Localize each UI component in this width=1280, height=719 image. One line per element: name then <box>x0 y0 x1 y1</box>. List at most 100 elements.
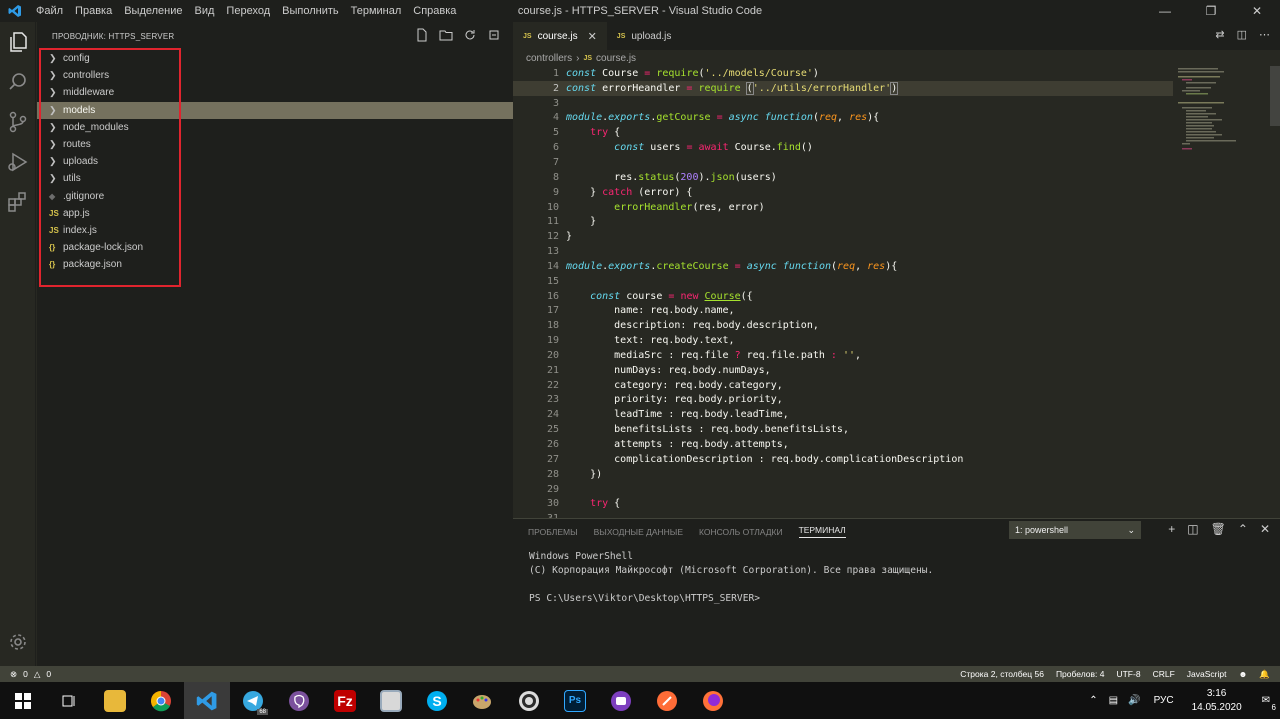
paint-icon[interactable] <box>460 682 506 719</box>
task-view-icon[interactable] <box>46 682 92 719</box>
code-line-current: 2 const errorHeandler = require ('../util… <box>513 80 1173 96</box>
purple-app-icon[interactable] <box>598 682 644 719</box>
trash-icon[interactable]: 🗑 <box>1211 522 1226 536</box>
tab-course-js[interactable]: JS course.js ✕ <box>513 22 607 50</box>
telegram-icon[interactable]: 68 <box>230 682 276 719</box>
split-terminal-icon[interactable]: ◫ <box>1187 522 1198 536</box>
explorer-icon[interactable] <box>6 30 30 54</box>
close-tab-icon[interactable]: ✕ <box>588 30 597 43</box>
menu-go[interactable]: Переход <box>220 0 276 22</box>
panel-tabs: ПРОБЛЕМЫ ВЫХОДНЫЕ ДАННЫЕ КОНСОЛЬ ОТЛАДКИ… <box>513 519 1280 544</box>
calculator-icon[interactable] <box>368 682 414 719</box>
code-line: 23 priority: req.body.priority, <box>546 394 783 406</box>
notifications-icon[interactable]: ✉ 6 <box>1252 695 1280 712</box>
split-editor-icon[interactable]: ◫ <box>1237 28 1247 41</box>
close-panel-icon[interactable]: ✕ <box>1260 522 1270 536</box>
tab-problems[interactable]: ПРОБЛЕМЫ <box>528 527 578 537</box>
menu-terminal[interactable]: Терминал <box>345 0 408 22</box>
new-folder-icon[interactable] <box>439 28 453 42</box>
postman-icon[interactable] <box>644 682 690 719</box>
minimize-icon[interactable]: — <box>1142 0 1188 22</box>
menu-edit[interactable]: Правка <box>69 0 118 22</box>
tab-debug-console[interactable]: КОНСОЛЬ ОТЛАДКИ <box>699 527 783 537</box>
menu-run[interactable]: Выполнить <box>276 0 344 22</box>
chevron-up-icon[interactable]: ⌃ <box>1083 695 1103 706</box>
chevron-right-icon: › <box>576 52 580 64</box>
problems-indicator[interactable]: ⊗ 0 △ 0 <box>0 669 51 680</box>
maximize-panel-icon[interactable]: ⌃ <box>1238 522 1248 536</box>
file-explorer-icon[interactable] <box>92 682 138 719</box>
code-line: 6 const users = await Course.find() <box>552 142 813 154</box>
feedback-icon[interactable]: ☻ <box>1238 669 1247 679</box>
code-line: 24 leadTime : req.body.leadTime, <box>546 409 789 421</box>
search-icon[interactable] <box>6 70 30 94</box>
breadcrumb-file[interactable]: course.js <box>596 53 636 64</box>
breadcrumb: controllers › JS course.js <box>513 50 1280 66</box>
cursor-position[interactable]: Строка 2, столбец 56 <box>960 669 1044 679</box>
code-line: 25 benefitsLists : req.body.benefitsList… <box>546 424 849 436</box>
code-line: 27 complicationDescription : req.body.co… <box>546 453 964 465</box>
code-line: 3 <box>552 97 559 109</box>
clock-date: 14.05.2020 <box>1191 701 1242 713</box>
photoshop-icon[interactable]: Ps <box>552 682 598 719</box>
viber-icon[interactable] <box>276 682 322 719</box>
menu-view[interactable]: Вид <box>189 0 221 22</box>
code-editor[interactable]: 1 const Course = require('../models/Cours… <box>513 66 1173 518</box>
chrome-icon[interactable] <box>138 682 184 719</box>
restore-icon[interactable]: ❐ <box>1188 0 1234 22</box>
settings-gear-icon[interactable] <box>6 630 30 654</box>
run-debug-icon[interactable] <box>6 150 30 174</box>
extensions-icon[interactable] <box>6 190 30 214</box>
code-line: 8 res.status(200).json(users) <box>552 171 777 183</box>
vscode-window: Файл Правка Выделение Вид Переход Выполн… <box>0 0 1280 719</box>
warning-icon: △ <box>33 668 41 679</box>
code-line: 31 <box>513 511 1173 518</box>
code-line: 18 description: req.body.description, <box>546 320 819 332</box>
collapse-all-icon[interactable] <box>487 28 501 42</box>
clock-time: 3:16 <box>1206 687 1227 699</box>
error-icon: ⊗ <box>10 668 18 679</box>
menu-help[interactable]: Справка <box>407 0 462 22</box>
line-ending[interactable]: CRLF <box>1153 669 1175 679</box>
language-mode[interactable]: JavaScript <box>1187 669 1227 679</box>
compare-icon[interactable]: ⇄ <box>1215 28 1224 41</box>
terminal-line: Windows PowerShell <box>529 551 633 562</box>
terminal-select[interactable]: 1: powershell ⌄ <box>1009 521 1141 539</box>
tab-output[interactable]: ВЫХОДНЫЕ ДАННЫЕ <box>594 527 683 537</box>
firefox-icon[interactable] <box>690 682 736 719</box>
menu-selection[interactable]: Выделение <box>118 0 188 22</box>
refresh-icon[interactable] <box>463 28 477 42</box>
breadcrumb-folder[interactable]: controllers <box>526 53 572 64</box>
network-icon[interactable]: ▤ <box>1104 695 1123 706</box>
tab-upload-js[interactable]: JS upload.js <box>607 22 682 50</box>
vscode-taskbar-icon[interactable] <box>184 682 230 719</box>
code-line: 26 attempts : req.body.attempts, <box>546 439 789 451</box>
minimap[interactable] <box>1178 66 1268 156</box>
skype-icon[interactable]: S <box>414 682 460 719</box>
indentation[interactable]: Пробелов: 4 <box>1056 669 1105 679</box>
filezilla-icon[interactable]: Fz <box>322 682 368 719</box>
encoding[interactable]: UTF-8 <box>1116 669 1140 679</box>
windows-start-icon[interactable] <box>0 682 46 719</box>
bell-icon[interactable]: 🔔 <box>1259 669 1270 680</box>
activity-bar <box>0 22 36 666</box>
tab-terminal[interactable]: ТЕРМИНАЛ <box>798 525 846 538</box>
volume-icon[interactable]: 🔊 <box>1123 695 1145 706</box>
more-actions-icon[interactable]: ⋯ <box>1259 28 1270 41</box>
obs-icon[interactable] <box>506 682 552 719</box>
input-language[interactable]: РУС <box>1146 695 1182 706</box>
editor-scrollbar[interactable] <box>1270 66 1280 126</box>
menu-file[interactable]: Файл <box>30 0 69 22</box>
new-file-icon[interactable] <box>415 28 429 42</box>
source-control-icon[interactable] <box>6 110 30 134</box>
code-line: 30 try { <box>546 498 621 510</box>
terminal-prompt: PS C:\Users\Viktor\Desktop\HTTPS_SERVER> <box>529 593 761 604</box>
telegram-badge: 68 <box>257 709 268 715</box>
code-line: 4 module.exports.getCourse = async functi… <box>552 112 880 124</box>
clock[interactable]: 3:16 14.05.2020 <box>1182 687 1252 715</box>
close-icon[interactable]: ✕ <box>1234 0 1280 22</box>
add-terminal-icon[interactable]: + <box>1168 522 1175 536</box>
chevron-down-icon: ⌄ <box>1127 524 1135 535</box>
terminal-output[interactable]: Windows PowerShell (C) Корпорация Майкро… <box>513 544 1280 614</box>
bottom-panel: ПРОБЛЕМЫ ВЫХОДНЫЕ ДАННЫЕ КОНСОЛЬ ОТЛАДКИ… <box>513 518 1280 666</box>
